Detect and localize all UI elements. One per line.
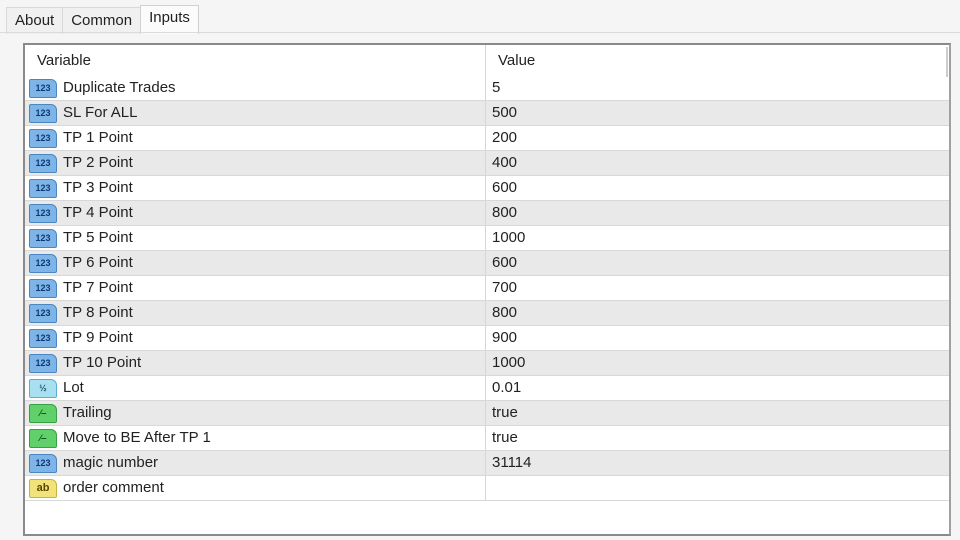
table-row[interactable]: ½ Lot 0.01: [25, 376, 949, 401]
variable-cell: 123 SL For ALL: [25, 101, 486, 125]
integer-type-icon: 123: [29, 303, 57, 323]
scrollbar[interactable]: [946, 47, 948, 77]
value-cell[interactable]: 0.01: [486, 376, 521, 400]
integer-type-icon: 123: [29, 228, 57, 248]
variable-name: Duplicate Trades: [63, 79, 176, 96]
value-cell[interactable]: 600: [486, 176, 517, 200]
table-row[interactable]: 123 TP 5 Point 1000: [25, 226, 949, 251]
value-cell[interactable]: 600: [486, 251, 517, 275]
column-header-variable[interactable]: Variable: [25, 45, 486, 76]
table-row[interactable]: 123 TP 9 Point 900: [25, 326, 949, 351]
variable-cell: 123 TP 4 Point: [25, 201, 486, 225]
double-type-icon: ½: [29, 378, 57, 398]
value-cell[interactable]: 800: [486, 301, 517, 325]
variable-cell: 123 TP 8 Point: [25, 301, 486, 325]
variable-name: TP 9 Point: [63, 329, 133, 346]
table-row[interactable]: 123 TP 10 Point 1000: [25, 351, 949, 376]
tab-bar: About Common Inputs: [6, 5, 199, 34]
value-cell[interactable]: 400: [486, 151, 517, 175]
variable-cell: 123 TP 2 Point: [25, 151, 486, 175]
tab-inputs[interactable]: Inputs: [140, 5, 199, 34]
boolean-type-icon: ⁄‒: [29, 428, 57, 448]
value-cell[interactable]: 200: [486, 126, 517, 150]
variable-cell: 123 Duplicate Trades: [25, 76, 486, 100]
table-row[interactable]: 123 magic number 31114: [25, 451, 949, 476]
integer-type-icon: 123: [29, 203, 57, 223]
table-row[interactable]: 123 TP 4 Point 800: [25, 201, 949, 226]
variable-cell: ⁄‒ Move to BE After TP 1: [25, 426, 486, 450]
table-header: Variable Value: [25, 45, 949, 76]
variable-name: TP 1 Point: [63, 129, 133, 146]
table-row[interactable]: 123 TP 2 Point 400: [25, 151, 949, 176]
value-cell[interactable]: true: [486, 401, 518, 425]
value-cell[interactable]: 1000: [486, 226, 525, 250]
integer-type-icon: 123: [29, 178, 57, 198]
value-cell[interactable]: 900: [486, 326, 517, 350]
variable-name: TP 7 Point: [63, 279, 133, 296]
variable-cell: 123 TP 5 Point: [25, 226, 486, 250]
table-row[interactable]: ⁄‒ Trailing true: [25, 401, 949, 426]
column-header-value[interactable]: Value: [486, 45, 535, 76]
table-row[interactable]: 123 TP 3 Point 600: [25, 176, 949, 201]
table-row[interactable]: ⁄‒ Move to BE After TP 1 true: [25, 426, 949, 451]
variable-cell: ⁄‒ Trailing: [25, 401, 486, 425]
variable-cell: 123 TP 7 Point: [25, 276, 486, 300]
value-cell[interactable]: 1000: [486, 351, 525, 375]
variable-name: TP 10 Point: [63, 354, 142, 371]
variable-cell: 123 TP 10 Point: [25, 351, 486, 375]
value-cell[interactable]: 5: [486, 76, 500, 100]
boolean-type-icon: ⁄‒: [29, 403, 57, 423]
variable-name: magic number: [63, 454, 159, 471]
variable-name: TP 2 Point: [63, 154, 133, 171]
variable-cell: ab order comment: [25, 476, 486, 500]
variable-name: TP 4 Point: [63, 204, 133, 221]
inputs-table: Variable Value 123 Duplicate Trades 5 123 SL…: [23, 43, 951, 536]
variable-name: TP 8 Point: [63, 304, 133, 321]
table-row[interactable]: 123 SL For ALL 500: [25, 101, 949, 126]
variable-name: Lot: [63, 379, 84, 396]
table-row[interactable]: 123 Duplicate Trades 5: [25, 76, 949, 101]
tab-divider: [0, 32, 960, 33]
variable-name: SL For ALL: [63, 104, 138, 121]
table-row[interactable]: 123 TP 7 Point 700: [25, 276, 949, 301]
variable-cell: 123 magic number: [25, 451, 486, 475]
string-type-icon: ab: [29, 478, 57, 498]
variable-name: TP 6 Point: [63, 254, 133, 271]
tab-common[interactable]: Common: [62, 7, 142, 34]
integer-type-icon: 123: [29, 153, 57, 173]
integer-type-icon: 123: [29, 328, 57, 348]
integer-type-icon: 123: [29, 253, 57, 273]
value-cell[interactable]: true: [486, 426, 518, 450]
variable-cell: 123 TP 6 Point: [25, 251, 486, 275]
variable-cell: ½ Lot: [25, 376, 486, 400]
table-row[interactable]: 123 TP 8 Point 800: [25, 301, 949, 326]
integer-type-icon: 123: [29, 78, 57, 98]
variable-name: Move to BE After TP 1: [63, 429, 211, 446]
value-cell[interactable]: 500: [486, 101, 517, 125]
value-cell[interactable]: 700: [486, 276, 517, 300]
tab-about[interactable]: About: [6, 7, 64, 34]
variable-name: order comment: [63, 479, 164, 496]
table-row[interactable]: 123 TP 6 Point 600: [25, 251, 949, 276]
integer-type-icon: 123: [29, 353, 57, 373]
value-cell[interactable]: [486, 476, 492, 500]
variable-name: TP 3 Point: [63, 179, 133, 196]
value-cell[interactable]: 800: [486, 201, 517, 225]
variable-name: Trailing: [63, 404, 112, 421]
table-row[interactable]: ab order comment: [25, 476, 949, 501]
integer-type-icon: 123: [29, 128, 57, 148]
variable-name: TP 5 Point: [63, 229, 133, 246]
integer-type-icon: 123: [29, 103, 57, 123]
variable-cell: 123 TP 1 Point: [25, 126, 486, 150]
integer-type-icon: 123: [29, 453, 57, 473]
variable-cell: 123 TP 9 Point: [25, 326, 486, 350]
table-row[interactable]: 123 TP 1 Point 200: [25, 126, 949, 151]
variable-cell: 123 TP 3 Point: [25, 176, 486, 200]
integer-type-icon: 123: [29, 278, 57, 298]
value-cell[interactable]: 31114: [486, 451, 532, 475]
